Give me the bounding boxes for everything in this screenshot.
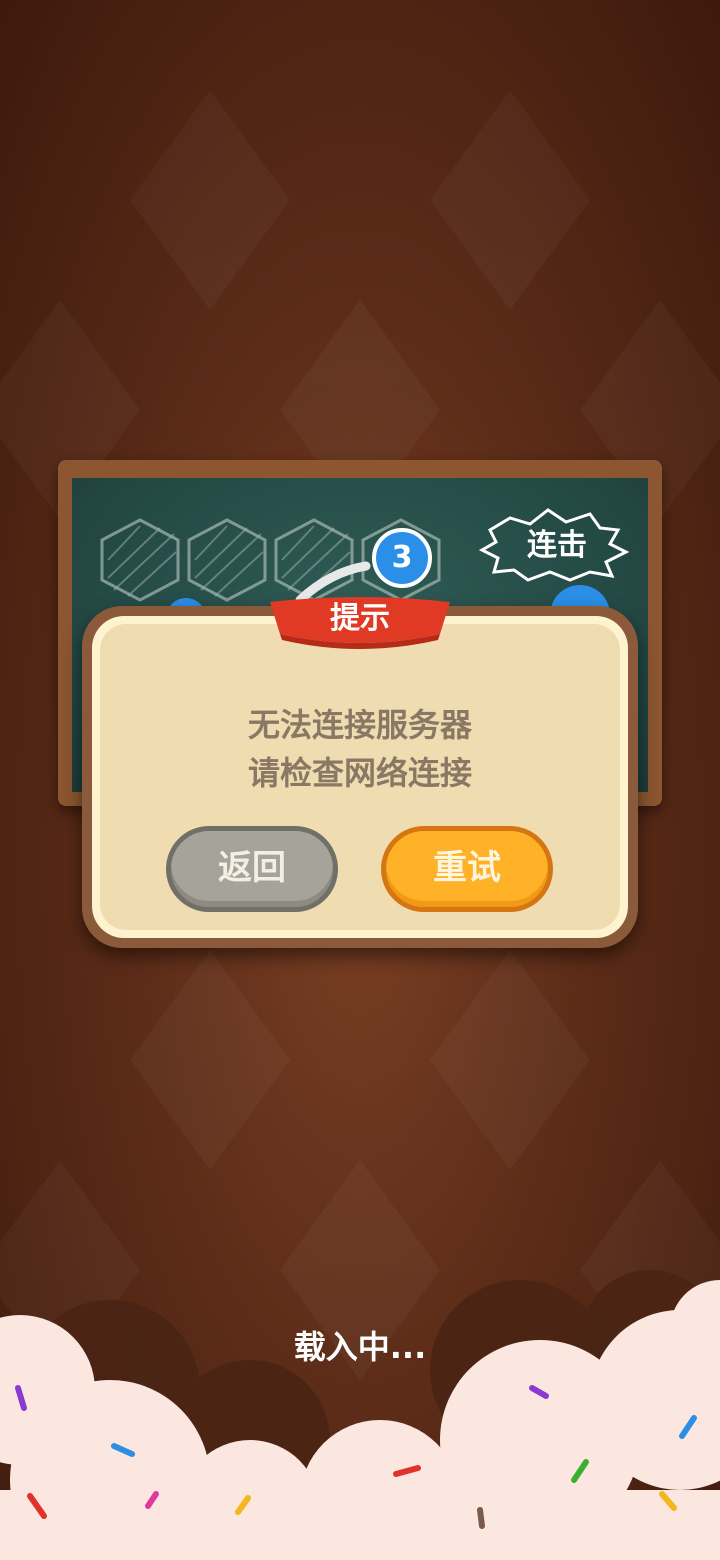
combo-label: 连击 (527, 528, 587, 563)
dialog-message-line2: 请检查网络连接 (247, 754, 472, 792)
cream-clouds (0, 1270, 720, 1560)
retry-button[interactable]: 重试 (381, 826, 553, 912)
dialog-title: 提示 (330, 601, 390, 636)
dialog-message-line1: 无法连接服务器 (247, 706, 472, 744)
loading-text: 载入中... (293, 1328, 427, 1366)
number-bubble: 3 (372, 528, 432, 588)
back-button[interactable]: 返回 (166, 826, 338, 912)
